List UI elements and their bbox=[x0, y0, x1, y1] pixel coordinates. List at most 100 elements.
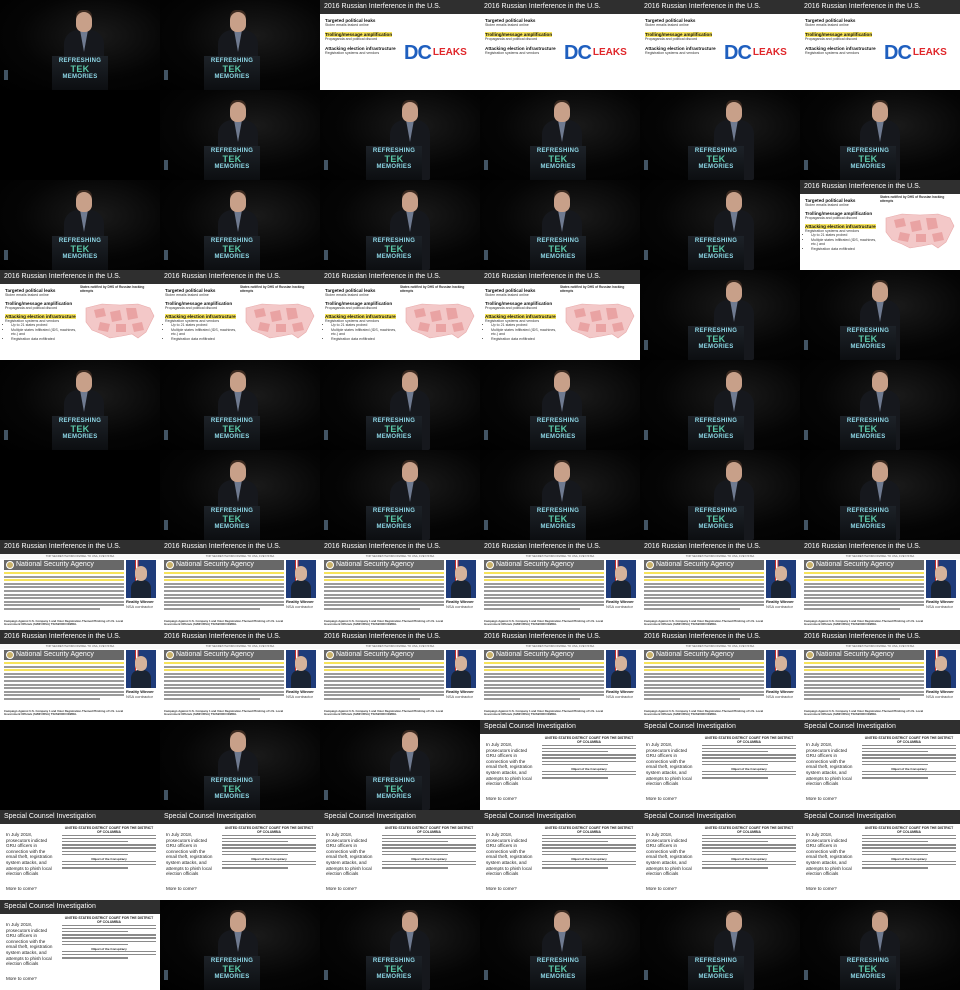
slide-special-counsel: Special Counsel Investigation In July 20… bbox=[640, 810, 800, 900]
slide-title: 2016 Russian Interference in the U.S. bbox=[800, 630, 960, 644]
black-frame bbox=[0, 90, 160, 180]
speaker-frame: REFRESHING TEK MEMORIES bbox=[0, 360, 160, 450]
classification-line: TOP SECRET//SI//ORCON//REL TO USA, FVEY/… bbox=[800, 644, 960, 649]
speaker-frame: REFRESHING TEK MEMORIES bbox=[640, 180, 800, 270]
slide-nsa-leak: 2016 Russian Interference in the U.S. TO… bbox=[320, 630, 480, 720]
leaked-document bbox=[804, 572, 924, 612]
photo-caption: Reality Winner NSA contractor bbox=[926, 599, 954, 609]
slide-special-counsel: Special Counsel Investigation In July 20… bbox=[800, 720, 960, 810]
portrait-photo bbox=[126, 650, 156, 688]
document-footer: Campaign Against U.S. Company 1 and Vote… bbox=[804, 709, 924, 717]
water-bottle bbox=[324, 520, 328, 530]
slide-special-counsel: Special Counsel Investigation In July 20… bbox=[320, 810, 480, 900]
us-map: States notified by DHS of Russian hackin… bbox=[560, 285, 638, 356]
slide-title: Special Counsel Investigation bbox=[480, 720, 640, 734]
slide-title: 2016 Russian Interference in the U.S. bbox=[480, 630, 640, 644]
portrait-photo bbox=[126, 560, 156, 598]
slide-title: 2016 Russian Interference in the U.S. bbox=[0, 270, 160, 284]
water-bottle bbox=[164, 520, 168, 530]
water-bottle bbox=[644, 160, 648, 170]
portrait-photo bbox=[766, 560, 796, 598]
slide-title: 2016 Russian Interference in the U.S. bbox=[160, 630, 320, 644]
slide-title: 2016 Russian Interference in the U.S. bbox=[0, 540, 160, 554]
podium-logo: REFRESHING TEK MEMORIES bbox=[694, 958, 738, 980]
speaker-frame: REFRESHING TEK MEMORIES bbox=[160, 900, 320, 990]
speaker-frame: REFRESHING TEK MEMORIES bbox=[800, 270, 960, 360]
slide-special-counsel: Special Counsel Investigation In July 20… bbox=[480, 720, 640, 810]
indictment-document: UNITED STATES DISTRICT COURT FOR THE DIS… bbox=[62, 916, 156, 989]
water-bottle bbox=[4, 70, 8, 80]
podium-logo: REFRESHING TEK MEMORIES bbox=[372, 508, 416, 530]
document-footer: Campaign Against U.S. Company 1 and Vote… bbox=[644, 619, 764, 627]
classification-line: TOP SECRET//SI//ORCON//REL TO USA, FVEY/… bbox=[800, 554, 960, 559]
us-map: States notified by DHS of Russian hackin… bbox=[80, 285, 158, 356]
water-bottle bbox=[484, 520, 488, 530]
slide-nsa-leak: 2016 Russian Interference in the U.S. TO… bbox=[160, 630, 320, 720]
speaker-frame: REFRESHING TEK MEMORIES bbox=[800, 360, 960, 450]
slide-question: More to come? bbox=[486, 886, 517, 891]
podium-logo: REFRESHING TEK MEMORIES bbox=[372, 148, 416, 170]
document-footer: Campaign Against U.S. Company 1 and Vote… bbox=[484, 619, 604, 627]
slide-title: 2016 Russian Interference in the U.S. bbox=[320, 630, 480, 644]
nsa-seal-icon bbox=[646, 561, 654, 569]
slide-question: More to come? bbox=[326, 886, 357, 891]
podium-logo: REFRESHING TEK MEMORIES bbox=[58, 238, 102, 260]
water-bottle bbox=[644, 340, 648, 350]
indictment-document: UNITED STATES DISTRICT COURT FOR THE DIS… bbox=[62, 826, 156, 899]
photo-caption: Reality Winner NSA contractor bbox=[126, 689, 154, 699]
podium-logo: REFRESHING TEK MEMORIES bbox=[694, 238, 738, 260]
podium-logo: REFRESHING TEK MEMORIES bbox=[536, 148, 580, 170]
slide-nsa-leak: 2016 Russian Interference in the U.S. TO… bbox=[800, 630, 960, 720]
agency-banner: National Security Agency bbox=[4, 560, 124, 570]
portrait-photo bbox=[606, 560, 636, 598]
classification-line: TOP SECRET//SI//ORCON//REL TO USA, FVEY/… bbox=[480, 554, 640, 559]
photo-caption: Reality Winner NSA contractor bbox=[766, 689, 794, 699]
podium: REFRESHING TEK MEMORIES bbox=[840, 956, 896, 990]
water-bottle bbox=[804, 430, 808, 440]
indictment-document: UNITED STATES DISTRICT COURT FOR THE DIS… bbox=[542, 826, 636, 899]
speaker-frame: REFRESHING TEK MEMORIES bbox=[160, 720, 320, 810]
us-map-graphic bbox=[85, 303, 155, 338]
tweet-card: DC LEAKS bbox=[882, 16, 956, 86]
slide-question: More to come? bbox=[486, 796, 517, 801]
water-bottle bbox=[324, 790, 328, 800]
document-footer: Campaign Against U.S. Company 1 and Vote… bbox=[4, 709, 124, 717]
slide-nsa-leak: 2016 Russian Interference in the U.S. TO… bbox=[160, 540, 320, 630]
water-bottle bbox=[804, 970, 808, 980]
slide-bullets: Targeted political leaks Stolen emails le… bbox=[165, 288, 239, 341]
podium-logo: REFRESHING TEK MEMORIES bbox=[846, 418, 890, 440]
dc-leaks-logo: DC LEAKS bbox=[564, 42, 627, 64]
slide-title: 2016 Russian Interference in the U.S. bbox=[800, 0, 960, 14]
photo-caption: Reality Winner NSA contractor bbox=[126, 599, 154, 609]
podium: REFRESHING TEK MEMORIES bbox=[366, 776, 422, 810]
water-bottle bbox=[164, 250, 168, 260]
nsa-seal-icon bbox=[646, 651, 654, 659]
slide-question: More to come? bbox=[6, 976, 37, 981]
slide-dc-leaks: 2016 Russian Interference in the U.S. Ta… bbox=[480, 0, 640, 90]
slide-title: 2016 Russian Interference in the U.S. bbox=[640, 540, 800, 554]
speaker-frame: REFRESHING TEK MEMORIES bbox=[800, 900, 960, 990]
classification-line: TOP SECRET//SI//ORCON//REL TO USA, FVEY/… bbox=[320, 554, 480, 559]
water-bottle bbox=[4, 250, 8, 260]
speaker-frame: REFRESHING TEK MEMORIES bbox=[320, 90, 480, 180]
document-footer: Campaign Against U.S. Company 1 and Vote… bbox=[164, 619, 284, 627]
us-map: States notified by DHS of Russian hackin… bbox=[240, 285, 318, 356]
indictment-document: UNITED STATES DISTRICT COURT FOR THE DIS… bbox=[222, 826, 316, 899]
portrait-photo bbox=[766, 650, 796, 688]
classification-line: TOP SECRET//SI//ORCON//REL TO USA, FVEY/… bbox=[160, 554, 320, 559]
indictment-document: UNITED STATES DISTRICT COURT FOR THE DIS… bbox=[542, 736, 636, 809]
podium-logo: REFRESHING TEK MEMORIES bbox=[210, 58, 254, 80]
podium: REFRESHING TEK MEMORIES bbox=[688, 956, 744, 990]
tweet-card: DC LEAKS bbox=[402, 16, 476, 86]
slide-body: In July 2018, prosecutors indicted GRU o… bbox=[486, 832, 533, 877]
agency-banner: National Security Agency bbox=[164, 650, 284, 660]
slide-bullets: Targeted political leaks Stolen emails le… bbox=[325, 288, 399, 341]
us-map-graphic bbox=[245, 303, 315, 338]
slide-bullets: Targeted political leaks Stolen emails le… bbox=[805, 18, 876, 56]
podium: REFRESHING TEK MEMORIES bbox=[688, 506, 744, 540]
slide-title: 2016 Russian Interference in the U.S. bbox=[640, 630, 800, 644]
podium: REFRESHING TEK MEMORIES bbox=[530, 146, 586, 180]
photo-caption: Reality Winner NSA contractor bbox=[286, 599, 314, 609]
podium-logo: REFRESHING TEK MEMORIES bbox=[536, 958, 580, 980]
water-bottle bbox=[484, 250, 488, 260]
